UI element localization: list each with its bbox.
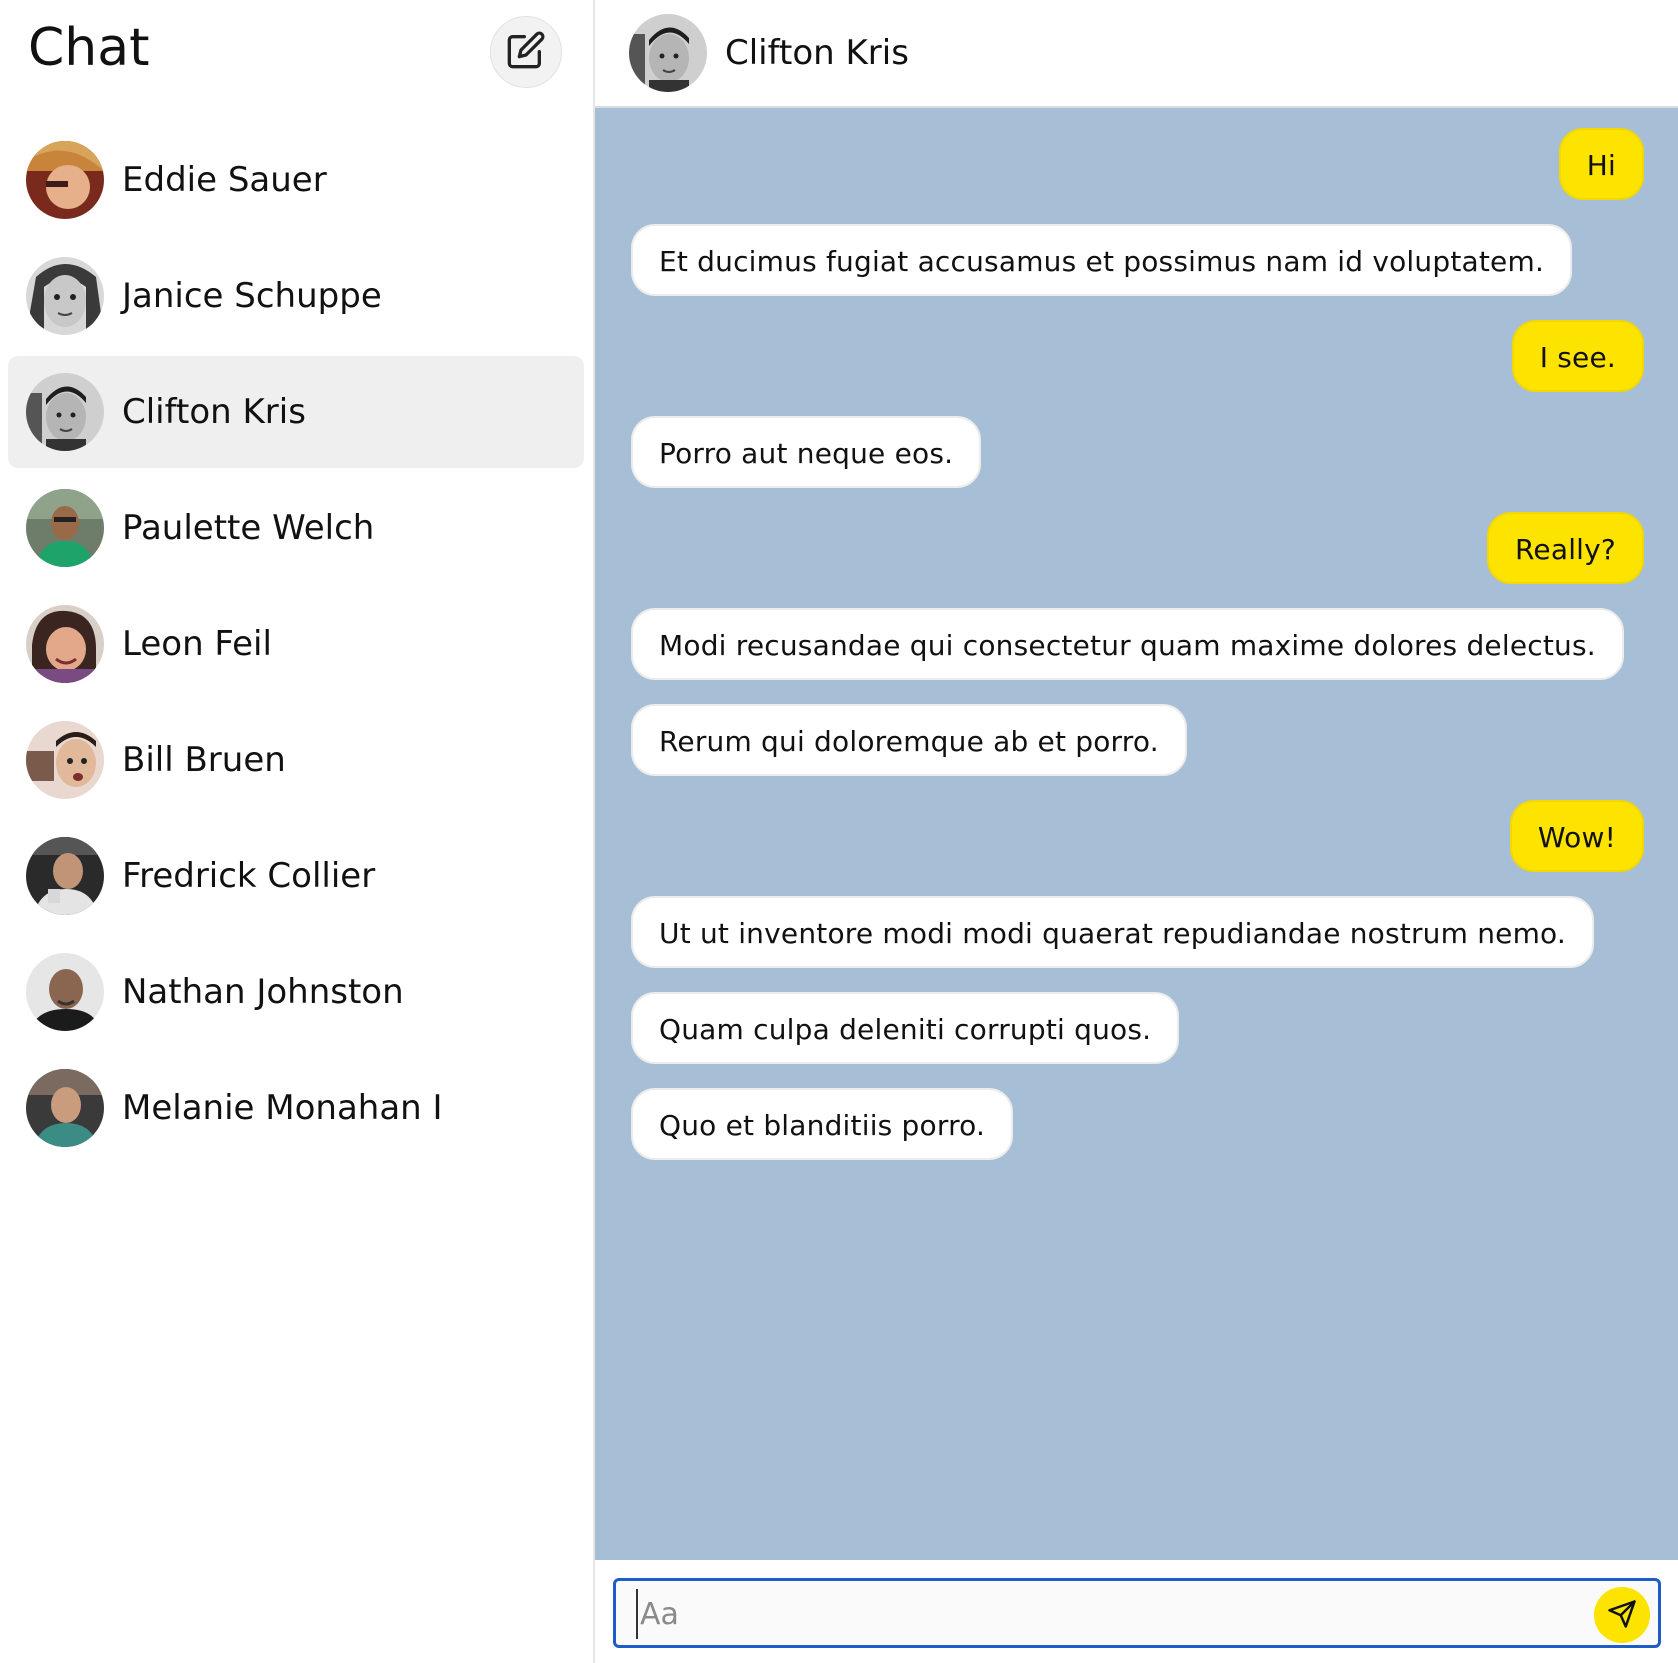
message-list: Hi Et ducimus fugiat accusamus et possim… — [595, 108, 1678, 1560]
conversation-header: Clifton Kris — [595, 0, 1678, 108]
message-row: Quam culpa deleniti corrupti quos. — [631, 992, 1644, 1064]
message-row: Really? — [631, 512, 1644, 584]
avatar — [26, 141, 104, 219]
composer-box — [613, 1578, 1661, 1648]
message-row: Modi recusandae qui consectetur quam max… — [631, 608, 1644, 680]
message-row: I see. — [631, 320, 1644, 392]
message-input[interactable] — [636, 1589, 1536, 1639]
avatar — [26, 605, 104, 683]
avatar — [26, 953, 104, 1031]
new-chat-button[interactable] — [490, 16, 562, 88]
contact-name: Clifton Kris — [122, 392, 306, 432]
avatar — [26, 257, 104, 335]
contact-name: Bill Bruen — [122, 740, 286, 780]
contact-item-janice-schuppe[interactable]: Janice Schuppe — [8, 240, 584, 352]
message-row: Hi — [631, 128, 1644, 200]
contact-item-nathan-johnston[interactable]: Nathan Johnston — [8, 936, 584, 1048]
received-message-bubble: Et ducimus fugiat accusamus et possimus … — [631, 224, 1573, 296]
contact-item-bill-bruen[interactable]: Bill Bruen — [8, 704, 584, 816]
avatar — [26, 373, 104, 451]
contact-name: Melanie Monahan I — [122, 1088, 443, 1128]
sidebar-title: Chat — [28, 18, 150, 78]
message-row: Et ducimus fugiat accusamus et possimus … — [631, 224, 1644, 296]
contact-name: Eddie Sauer — [122, 160, 327, 200]
conversation-title: Clifton Kris — [725, 33, 909, 73]
message-row: Ut ut inventore modi modi quaerat repudi… — [631, 896, 1644, 968]
received-message-bubble: Quo et blanditiis porro. — [631, 1088, 1014, 1160]
avatar — [26, 1069, 104, 1147]
avatar — [26, 489, 104, 567]
sent-message-bubble: Wow! — [1509, 800, 1644, 872]
chat-app: Chat Eddie Sauer Janice Schuppe Clifton … — [0, 0, 1678, 1663]
message-composer — [595, 1560, 1678, 1663]
contact-name: Janice Schuppe — [122, 276, 382, 316]
contact-item-leon-feil[interactable]: Leon Feil — [8, 588, 584, 700]
received-message-bubble: Modi recusandae qui consectetur quam max… — [631, 608, 1624, 680]
contact-item-melanie-monahan-i[interactable]: Melanie Monahan I — [8, 1052, 584, 1164]
received-message-bubble: Ut ut inventore modi modi quaerat repudi… — [631, 896, 1594, 968]
contact-name: Nathan Johnston — [122, 972, 404, 1012]
contact-list: Eddie Sauer Janice Schuppe Clifton Kris … — [8, 124, 584, 1168]
sidebar-header: Chat — [0, 0, 593, 104]
contact-item-clifton-kris[interactable]: Clifton Kris — [8, 356, 584, 468]
contact-name: Leon Feil — [122, 624, 272, 664]
send-button[interactable] — [1594, 1587, 1650, 1643]
sent-message-bubble: I see. — [1511, 320, 1644, 392]
received-message-bubble: Porro aut neque eos. — [631, 416, 982, 488]
conversation-avatar — [629, 14, 707, 92]
sent-message-bubble: Really? — [1487, 512, 1644, 584]
contact-item-eddie-sauer[interactable]: Eddie Sauer — [8, 124, 584, 236]
contact-name: Fredrick Collier — [122, 856, 376, 896]
message-row: Quo et blanditiis porro. — [631, 1088, 1644, 1160]
received-message-bubble: Quam culpa deleniti corrupti quos. — [631, 992, 1180, 1064]
message-row: Porro aut neque eos. — [631, 416, 1644, 488]
received-message-bubble: Rerum qui doloremque ab et porro. — [631, 704, 1187, 776]
avatar — [26, 721, 104, 799]
message-row: Wow! — [631, 800, 1644, 872]
send-icon — [1607, 1599, 1637, 1632]
contact-item-fredrick-collier[interactable]: Fredrick Collier — [8, 820, 584, 932]
contact-name: Paulette Welch — [122, 508, 375, 548]
sidebar: Chat Eddie Sauer Janice Schuppe Clifton … — [0, 0, 595, 1663]
conversation-panel: Clifton Kris Hi Et ducimus fugiat accusa… — [595, 0, 1678, 1663]
compose-edit-icon — [506, 30, 546, 74]
sent-message-bubble: Hi — [1558, 128, 1644, 200]
message-row: Rerum qui doloremque ab et porro. — [631, 704, 1644, 776]
avatar — [26, 837, 104, 915]
contact-item-paulette-welch[interactable]: Paulette Welch — [8, 472, 584, 584]
